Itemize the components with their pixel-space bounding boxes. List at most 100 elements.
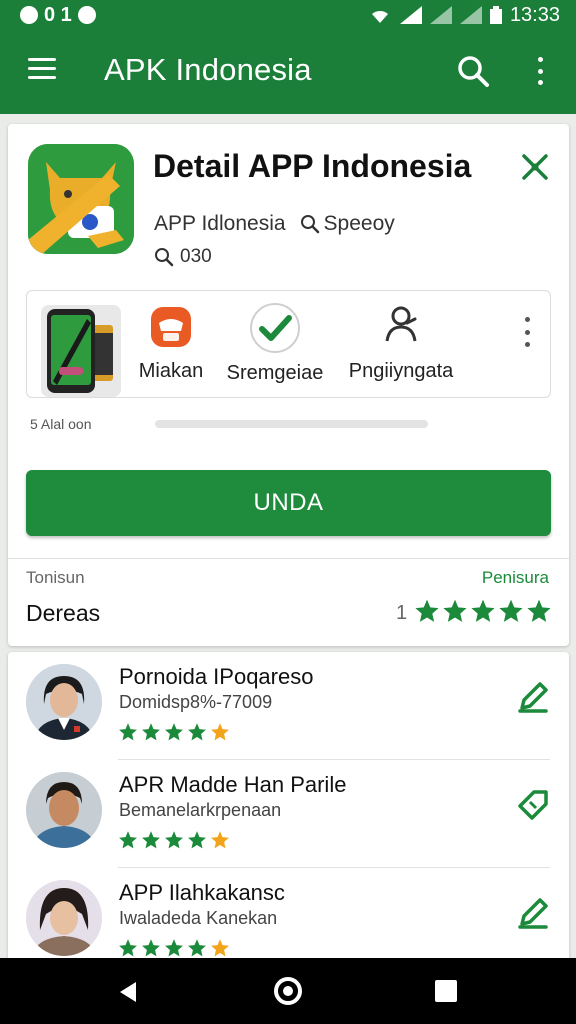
star-icon [211, 831, 229, 849]
feature-miakan[interactable]: Miakan [131, 301, 211, 383]
install-button[interactable]: UNDA [26, 470, 551, 536]
feature-label: Miakan [138, 360, 204, 382]
status-left-glyphs: 0 1 [44, 3, 72, 26]
category-label: Speeoy [323, 212, 395, 235]
check-icon [250, 303, 300, 353]
star-icon [142, 831, 160, 849]
star-icon [443, 599, 467, 622]
recents-button[interactable] [435, 980, 457, 1002]
star-icon [499, 599, 523, 622]
reviews-card: Pornoida IPoqareso Domidsp8%-77009 APR M… [8, 652, 569, 962]
star-icon [165, 831, 183, 849]
features-more-button[interactable] [523, 317, 531, 347]
edit-button[interactable] [516, 896, 550, 930]
back-triangle-icon [120, 982, 136, 1002]
star-icon [142, 939, 160, 957]
category-tag[interactable]: Speeoy [300, 212, 395, 236]
back-button[interactable] [116, 980, 140, 1004]
menu-icon-line [28, 76, 56, 79]
status-right: 13:33 [368, 4, 560, 27]
person-icon [385, 306, 417, 342]
rating-link[interactable]: Penisura [482, 568, 549, 588]
avatar [26, 880, 102, 956]
avatar [26, 664, 102, 740]
app-title: APK Indonesia [104, 52, 312, 87]
orange-app-icon [151, 307, 191, 347]
features-strip: Miakan Sremgeiae Pngiiyngata [26, 290, 551, 398]
review-item[interactable]: APR Madde Han Parile Bemanelarkrpenaan [8, 760, 569, 868]
menu-button[interactable] [28, 58, 56, 82]
review-subtitle: Bemanelarkrpenaan [119, 800, 282, 820]
size-value: 030 [180, 246, 212, 267]
feature-sremgeiae[interactable]: Sremgeiae [223, 301, 327, 385]
developer-line: APP Idlonesia Speeoy [154, 212, 395, 236]
reviewer-name: APP Ilahkakansc [119, 880, 285, 905]
developer-name[interactable]: APP Idlonesia [154, 212, 286, 236]
more-vert-icon [537, 57, 543, 62]
wifi-icon [371, 10, 388, 23]
rating-count: 1 [396, 602, 408, 624]
more-dot [537, 68, 543, 74]
tag-icon [518, 790, 548, 820]
search-icon [458, 56, 489, 87]
close-button[interactable] [520, 152, 550, 182]
app-detail-card: Detail APP Indonesia APP Idlonesia Speeo… [8, 124, 569, 646]
feature-label: Sremgeiae [226, 362, 324, 384]
star-icon [211, 939, 229, 957]
star-icon [119, 831, 137, 849]
star-icon [211, 723, 229, 741]
star-icon [527, 599, 551, 622]
more-dot [537, 80, 543, 85]
search-button[interactable] [456, 54, 490, 88]
star-icon [165, 939, 183, 957]
signal-icon-2 [429, 6, 452, 24]
close-icon [522, 154, 548, 180]
divider [8, 558, 569, 559]
edit-button[interactable] [516, 680, 550, 714]
screenshot-thumbnail[interactable] [41, 305, 121, 397]
star-icon [119, 939, 137, 957]
review-stars [118, 722, 230, 742]
size-line: 030 [154, 246, 212, 268]
review-subtitle: Domidsp8%-77009 [119, 692, 273, 712]
more-dot [524, 329, 530, 335]
system-nav-bar [0, 958, 576, 1024]
rating-title: Dereas [26, 600, 101, 626]
status-bar: 0 1 13:33 [0, 0, 576, 30]
pencil-icon [518, 682, 548, 713]
more-button[interactable] [528, 54, 552, 88]
star-icon [188, 723, 206, 741]
star-icon [471, 599, 495, 622]
reviewer-name: APR Madde Han Parile [119, 772, 347, 797]
star-icon [188, 831, 206, 849]
review-subtitle: Iwaladeda Kanekan [119, 908, 278, 928]
star-icon [415, 599, 439, 622]
more-vert-icon [524, 317, 530, 322]
rating-stars [414, 598, 552, 624]
tag-button[interactable] [516, 788, 550, 822]
more-dot [524, 342, 530, 347]
star-icon [119, 723, 137, 741]
signal-icon [399, 6, 422, 24]
review-item[interactable]: Pornoida IPoqareso Domidsp8%-77009 [8, 652, 569, 760]
avatar [26, 772, 102, 848]
star-icon [188, 939, 206, 957]
rating-caption: Tonisun [26, 568, 85, 587]
review-item[interactable]: APP Ilahkakansc Iwaladeda Kanekan [8, 868, 569, 962]
feature-label: Pngiiyngata [348, 360, 454, 382]
clock: 13:33 [509, 3, 560, 26]
notification-icon-2 [77, 6, 96, 24]
battery-icon [489, 6, 502, 24]
progress-bar [155, 420, 428, 428]
app-bar: APK Indonesia [0, 30, 576, 114]
progress-label: 5 Alal oon [30, 416, 92, 432]
feature-pngiiyngata[interactable]: Pngiiyngata [343, 301, 459, 383]
review-stars [118, 938, 230, 958]
home-button[interactable] [274, 977, 302, 1005]
search-small-icon [300, 215, 319, 234]
menu-icon [28, 58, 56, 61]
app-logo-icon [28, 144, 134, 254]
search-small-icon [155, 248, 174, 267]
signal-icon-3 [459, 6, 482, 24]
review-stars [118, 830, 230, 850]
